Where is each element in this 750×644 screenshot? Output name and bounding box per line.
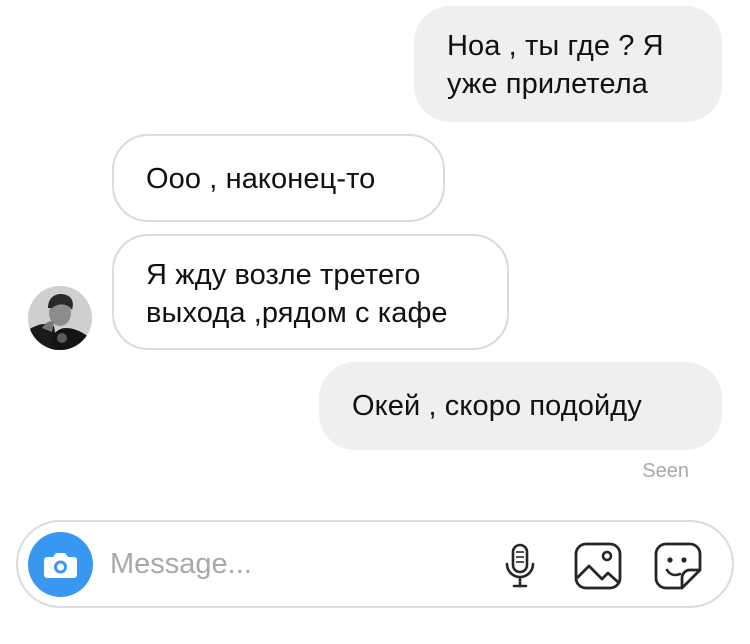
outgoing-message-bubble[interactable]: Окей , скоро подойду	[319, 362, 722, 450]
camera-icon	[44, 553, 77, 578]
sender-avatar[interactable]	[28, 286, 92, 350]
image-gallery-icon	[574, 542, 622, 590]
outgoing-message-bubble[interactable]: Ноа , ты где ? Я уже прилетела	[414, 6, 722, 122]
camera-button[interactable]	[28, 532, 93, 597]
seen-status: Seen	[642, 460, 689, 482]
message-composer	[16, 520, 734, 608]
incoming-message-bubble[interactable]: Ооо , наконец-то	[112, 134, 445, 222]
microphone-button[interactable]	[494, 540, 546, 592]
profile-photo-image	[28, 286, 92, 350]
incoming-message-bubble[interactable]: Я жду возле третего выхода ,рядом с кафе	[112, 234, 509, 350]
gallery-button[interactable]	[572, 540, 624, 592]
message-input[interactable]	[110, 536, 470, 592]
direct-message-thread: Ноа , ты где ? Я уже прилетела Ооо , нак…	[0, 0, 750, 644]
sticker-icon	[654, 542, 702, 590]
sticker-button[interactable]	[652, 540, 704, 592]
microphone-icon	[505, 543, 535, 588]
